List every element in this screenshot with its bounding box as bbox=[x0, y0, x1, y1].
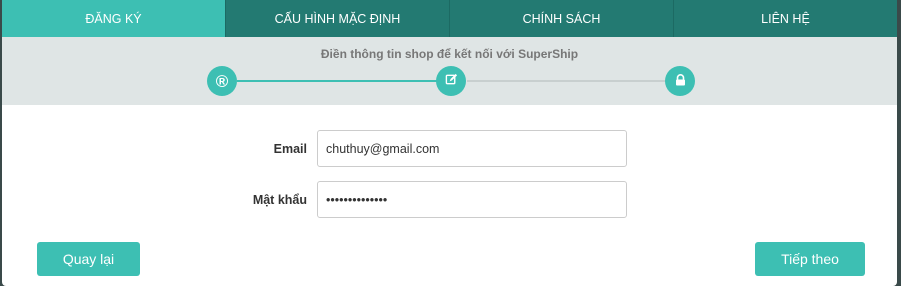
progress-line-pending bbox=[467, 80, 667, 82]
email-label: Email bbox=[273, 141, 307, 156]
password-row: Mật khẩu bbox=[207, 181, 627, 218]
step-lock bbox=[665, 66, 695, 96]
email-row: Email bbox=[207, 130, 627, 167]
tab-register[interactable]: ĐĂNG KÝ bbox=[2, 0, 226, 37]
registration-modal: ĐĂNG KÝ CẤU HÌNH MẶC ĐỊNH CHÍNH SÁCH LIÊ… bbox=[2, 0, 897, 286]
registered-icon: ® bbox=[215, 71, 229, 91]
progress-line-done bbox=[237, 80, 437, 82]
password-label: Mật khẩu bbox=[252, 192, 307, 207]
wizard-title: Điền thông tin shop để kết nối với Super… bbox=[320, 47, 579, 61]
edit-icon bbox=[445, 73, 458, 89]
lock-icon bbox=[675, 73, 686, 89]
step-edit bbox=[436, 66, 466, 96]
tab-policy[interactable]: CHÍNH SÁCH bbox=[450, 0, 674, 37]
tab-default-config[interactable]: CẤU HÌNH MẶC ĐỊNH bbox=[226, 0, 450, 37]
tab-contact[interactable]: LIÊN HỆ bbox=[674, 0, 897, 37]
back-button[interactable]: Quay lại bbox=[37, 242, 140, 276]
next-button[interactable]: Tiếp theo bbox=[755, 242, 865, 276]
step-register: ® bbox=[207, 66, 237, 96]
email-field[interactable] bbox=[317, 130, 627, 167]
password-field[interactable] bbox=[317, 181, 627, 218]
tab-bar: ĐĂNG KÝ CẤU HÌNH MẶC ĐỊNH CHÍNH SÁCH LIÊ… bbox=[2, 0, 897, 37]
